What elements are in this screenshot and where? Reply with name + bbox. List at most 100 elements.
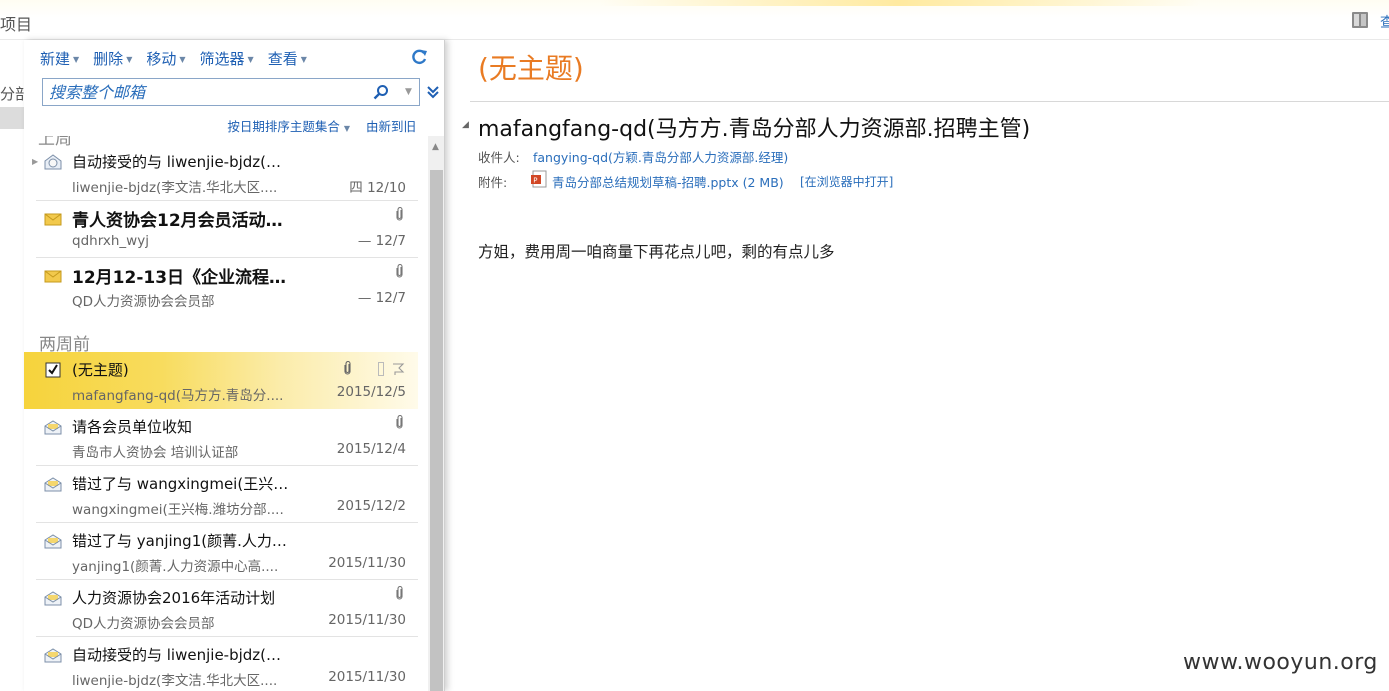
mail-date: 2015/12/4 [336, 441, 406, 457]
view-button[interactable]: 查看 ▼ [268, 48, 307, 68]
chevron-down-icon: ▼ [73, 55, 80, 64]
list-item[interactable]: 错过了与 yanjing1(颜菁.人力… yanjing1(颜菁.人力资源中心高… [24, 523, 418, 580]
mail-subject: 12月12-13日《企业流程… [72, 268, 287, 288]
top-bar: 项目 查 [0, 0, 1389, 40]
reading-subject: (无主题) [478, 52, 584, 85]
to-label: 收件人: [478, 150, 520, 165]
envelope-unread-icon [44, 270, 62, 283]
expand-thread-icon[interactable]: ▶ [32, 157, 38, 166]
sort-by-dropdown[interactable]: 按日期排序主题集合 ▼ [227, 116, 350, 135]
list-item[interactable]: 自动接受的与 liwenjie-bjdz(… liwenjie-bjdz(李文洁… [24, 637, 418, 691]
delete-button[interactable]: 删除 ▼ [93, 48, 132, 68]
expand-search-icon[interactable] [426, 84, 440, 100]
list-item[interactable]: 人力资源协会2016年活动计划 QD人力资源协会会员部 2015/11/30 [24, 580, 418, 637]
filter-button[interactable]: 筛选器 ▼ [200, 48, 254, 68]
envelope-read-icon [44, 420, 62, 435]
envelope-read-icon [44, 591, 62, 606]
mail-date: 四 12/10 [349, 180, 406, 196]
mail-subject: 错过了与 wangxingmei(王兴… [72, 475, 289, 493]
svg-text:P: P [533, 177, 537, 185]
mail-sender: 青岛市人资协会 培训认证部 [72, 445, 239, 461]
list-item[interactable]: 错过了与 wangxingmei(王兴… wangxingmei(王兴梅.潍坊分… [24, 466, 418, 523]
meeting-accepted-icon [44, 648, 62, 663]
sort-by-label: 按日期排序主题集合 [227, 119, 340, 134]
mail-list: 上周 ▶ 自动接受的与 liwenjie-bjdz(… liwenjie-bjd… [24, 136, 428, 691]
sort-order-link[interactable]: 由新到旧 [366, 116, 416, 135]
mail-subject: 青人资协会12月会员活动… [72, 211, 283, 231]
search-scope-dropdown[interactable]: ▼ [405, 87, 412, 97]
refresh-icon[interactable] [410, 48, 428, 66]
meeting-accepted-icon [44, 154, 62, 170]
mail-subject: 人力资源协会2016年活动计划 [72, 589, 276, 607]
mail-date: 2015/12/5 [336, 384, 406, 400]
mail-date: 2015/11/30 [328, 612, 406, 628]
mail-sender: wangxingmei(王兴梅.潍坊分部.... [72, 502, 284, 518]
top-right-link[interactable]: 查 [1380, 12, 1389, 32]
list-item-selected[interactable]: (无主题) mafangfang-qd(马方方.青岛分.... 2015/12/… [24, 352, 418, 409]
top-bar-glow [600, 0, 1200, 6]
filter-button-label: 筛选器 [199, 49, 245, 68]
address-book-icon[interactable] [1351, 11, 1369, 29]
folder-pane-edge [0, 40, 24, 691]
reading-sender[interactable]: mafangfang-qd(马方方.青岛分部人力资源部.招聘主管) [478, 111, 1030, 143]
envelope-unread-icon [44, 213, 62, 226]
mail-toolbar: 新建 ▼ 删除 ▼ 移动 ▼ 筛选器 ▼ 查看 ▼ [40, 48, 307, 68]
list-item[interactable]: ▶ 自动接受的与 liwenjie-bjdz(… liwenjie-bjdz(李… [24, 144, 418, 201]
new-button-label: 新建 [40, 49, 71, 68]
category-box[interactable] [378, 362, 384, 376]
mail-sender: yanjing1(颜菁.人力资源中心高.... [72, 559, 279, 575]
mail-sender: liwenjie-bjdz(李文洁.华北大区.... [72, 673, 278, 689]
chevron-down-icon: ▼ [343, 124, 350, 133]
mail-date: 2015/12/2 [336, 498, 406, 514]
list-item[interactable]: 请各会员单位收知 青岛市人资协会 培训认证部 2015/12/4 [24, 409, 418, 466]
list-scrollbar[interactable]: ▲ [428, 136, 444, 691]
open-in-browser-link[interactable]: [在浏览器中打开] [800, 173, 893, 190]
chevron-down-icon: ▼ [300, 55, 307, 64]
mail-subject: 自动接受的与 liwenjie-bjdz(… [72, 646, 282, 664]
move-button-label: 移动 [146, 49, 177, 68]
paperclip-icon [344, 361, 351, 375]
new-button[interactable]: 新建 ▼ [40, 48, 79, 68]
mail-sender: liwenjie-bjdz(李文洁.华北大区.... [72, 180, 278, 196]
move-button[interactable]: 移动 ▼ [146, 48, 185, 68]
to-recipient-link[interactable]: fangying-qd(方颖.青岛分部人力资源部.经理) [533, 147, 788, 166]
paperclip-icon [396, 264, 403, 278]
search-icon[interactable] [373, 84, 389, 100]
sort-row: 按日期排序主题集合 ▼ 由新到旧 [24, 115, 418, 135]
attachment-link[interactable]: 青岛分部总结规划草稿-招聘.pptx (2 MB) [552, 172, 784, 191]
mail-subject: 错过了与 yanjing1(颜菁.人力… [72, 532, 287, 550]
mail-subject: 请各会员单位收知 [72, 418, 193, 436]
list-item[interactable]: 青人资协会12月会员活动… qdhrxh_wyj — 12/7 [24, 201, 418, 258]
flag-icon[interactable] [391, 362, 405, 376]
scroll-up-arrow-icon[interactable]: ▲ [432, 142, 439, 152]
scrollbar-thumb[interactable] [430, 170, 443, 691]
folder-selected-strip[interactable] [0, 107, 24, 129]
view-button-label: 查看 [267, 49, 298, 68]
powerpoint-file-icon: P [531, 170, 547, 188]
chevron-down-icon: ▼ [126, 55, 133, 64]
delete-button-label: 删除 [93, 49, 124, 68]
paperclip-icon [396, 586, 403, 600]
chevron-down-icon: ▼ [247, 55, 254, 64]
message-body: 方姐，费用周一咱商量下再花点儿吧，剩的有点儿多 [478, 243, 835, 261]
checkbox-checked-icon[interactable] [44, 362, 62, 378]
list-item[interactable]: 12月12-13日《企业流程… QD人力资源协会会员部 — 12/7 [24, 258, 418, 315]
folder-label-cut[interactable]: 分部 [0, 83, 24, 104]
divider [470, 101, 1389, 102]
chevron-down-icon: ▼ [179, 55, 186, 64]
paperclip-icon [396, 415, 403, 429]
watermark: www.wooyun.org [1183, 650, 1378, 675]
top-left-label: 项目 [0, 15, 33, 34]
collapse-header-icon[interactable]: ◢ [462, 120, 469, 130]
meeting-missed-icon [44, 534, 62, 549]
mail-sender: mafangfang-qd(马方方.青岛分.... [72, 388, 284, 404]
attachment-label: 附件: [478, 175, 508, 190]
mail-date: — 12/7 [357, 233, 406, 249]
mail-sender: QD人力资源协会会员部 [72, 616, 215, 632]
mail-subject: (无主题) [72, 361, 129, 379]
mail-sender: qdhrxh_wyj [72, 233, 149, 249]
mail-date: — 12/7 [357, 290, 406, 306]
search-box[interactable]: ▼ [42, 78, 420, 106]
search-input[interactable] [49, 82, 349, 102]
paperclip-icon [396, 207, 403, 221]
